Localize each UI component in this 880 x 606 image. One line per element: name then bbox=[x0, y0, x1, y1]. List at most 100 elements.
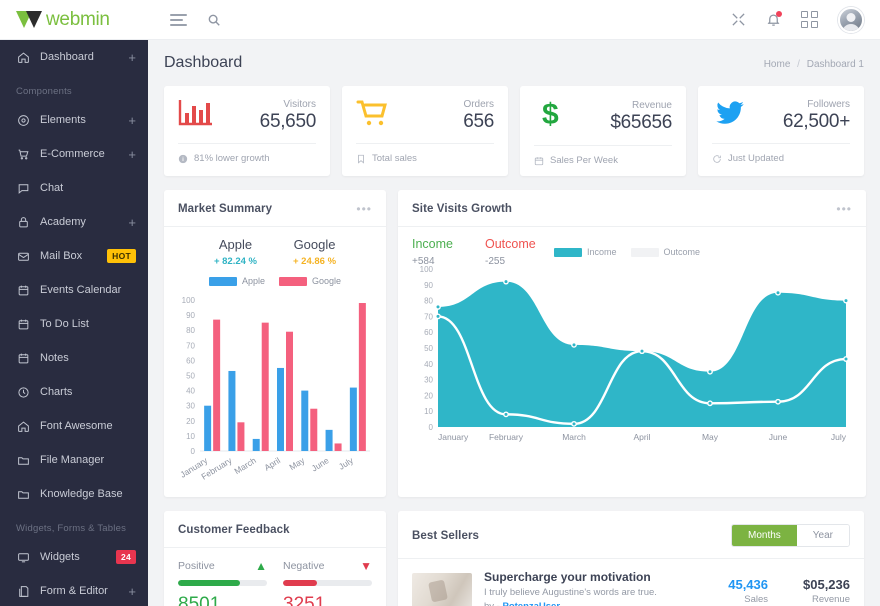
stat-card-meta: Visitors 65,650 bbox=[260, 99, 316, 133]
count-badge: 24 bbox=[116, 550, 136, 564]
panel-title: Best Sellers bbox=[412, 530, 479, 542]
search-icon[interactable] bbox=[207, 13, 221, 27]
stat-value: 65,650 bbox=[260, 111, 316, 133]
sidebar-item-knowledge-base[interactable]: Knowledge Base bbox=[0, 477, 148, 511]
page-title: Dashboard bbox=[164, 54, 242, 72]
feedback-row: Positive ▲ bbox=[178, 560, 267, 572]
stat-card-top: Followers 62,500+ bbox=[712, 98, 850, 143]
topbar-right-icons bbox=[731, 7, 880, 33]
legend-item-income[interactable]: Income bbox=[554, 247, 617, 257]
feedback-value: 8501 bbox=[178, 594, 267, 606]
panel-title: Market Summary bbox=[178, 203, 272, 215]
market-summary-chart[interactable]: 0102030405060708090100JanuaryFebruaryMar… bbox=[174, 294, 376, 489]
status-badge: HOT bbox=[107, 249, 136, 263]
author-name[interactable]: PotenzaUser bbox=[502, 601, 560, 606]
stat-card-orders[interactable]: Orders 656 Total sales bbox=[342, 86, 508, 176]
sidebar-item-academy[interactable]: Academy + bbox=[0, 205, 148, 239]
legend-item-apple[interactable]: Apple bbox=[209, 276, 265, 286]
stat-card-revenue[interactable]: $ Revenue $65656 Sales Per Week bbox=[520, 86, 686, 176]
sidebar-item-chat[interactable]: Chat bbox=[0, 171, 148, 205]
breadcrumb-separator: / bbox=[797, 59, 800, 70]
refresh-icon bbox=[712, 154, 722, 164]
panel-header: Customer Feedback bbox=[164, 511, 386, 548]
stat-card-top: Visitors 65,650 bbox=[178, 98, 316, 143]
sidebar-item-elements[interactable]: Elements + bbox=[0, 103, 148, 137]
tab-months[interactable]: Months bbox=[732, 525, 797, 546]
market-summary-body: Apple + 82.24 % Google + 24.86 % Apple G… bbox=[164, 227, 386, 497]
stat-card-followers[interactable]: Followers 62,500+ Just Updated bbox=[698, 86, 864, 176]
sidebar-item-label: Font Awesome bbox=[40, 420, 136, 432]
sidebar-item-font-awesome[interactable]: Font Awesome bbox=[0, 409, 148, 443]
svg-text:90: 90 bbox=[424, 281, 433, 290]
stat-card-row: Visitors 65,650 81% lower growth bbox=[164, 86, 864, 176]
hamburger-icon[interactable] bbox=[170, 14, 187, 26]
sidebar-item-label: Notes bbox=[40, 352, 136, 364]
kpi-label: Income bbox=[412, 237, 453, 251]
sales-value: 45,436 bbox=[698, 577, 768, 592]
bell-icon[interactable] bbox=[766, 12, 781, 27]
arrow-down-icon: ▼ bbox=[360, 560, 372, 572]
feedback-positive: Positive ▲ 8501 bbox=[178, 560, 267, 606]
svg-text:20: 20 bbox=[424, 391, 433, 400]
kpi-name: Google bbox=[293, 237, 336, 252]
sales-label: Sales bbox=[698, 594, 768, 605]
legend-label: Google bbox=[312, 276, 341, 286]
expand-plus-icon[interactable]: + bbox=[128, 114, 136, 127]
charts-row: Market Summary ••• Apple + 82.24 % Googl… bbox=[164, 190, 864, 497]
expand-plus-icon[interactable]: + bbox=[128, 216, 136, 229]
feedback-value: 3251 bbox=[283, 594, 372, 606]
sidebar-item-ecommerce[interactable]: E-Commerce + bbox=[0, 137, 148, 171]
site-visits-legend: Income Outcome bbox=[412, 247, 852, 257]
avatar[interactable] bbox=[838, 7, 864, 33]
bar-chart-icon bbox=[178, 98, 222, 133]
more-icon[interactable]: ••• bbox=[356, 206, 372, 212]
breadcrumb-current: Dashboard 1 bbox=[807, 59, 864, 70]
stat-value: $65656 bbox=[610, 112, 672, 134]
sidebar-item-file-manager[interactable]: File Manager bbox=[0, 443, 148, 477]
expand-plus-icon[interactable]: + bbox=[128, 585, 136, 598]
revenue-label: Revenue bbox=[780, 594, 850, 605]
sidebar-item-mail-box[interactable]: Mail Box HOT bbox=[0, 239, 148, 273]
sidebar-item-events-calendar[interactable]: Events Calendar bbox=[0, 273, 148, 307]
legend-item-outcome[interactable]: Outcome bbox=[631, 247, 701, 257]
sidebar-item-widgets[interactable]: Widgets 24 bbox=[0, 540, 148, 574]
tab-year[interactable]: Year bbox=[797, 525, 849, 546]
market-summary-kpis: Apple + 82.24 % Google + 24.86 % bbox=[174, 237, 376, 267]
stat-card-visitors[interactable]: Visitors 65,650 81% lower growth bbox=[164, 86, 330, 176]
legend-item-google[interactable]: Google bbox=[279, 276, 341, 286]
breadcrumb-home[interactable]: Home bbox=[764, 59, 791, 70]
stat-footer-text: Sales Per Week bbox=[550, 155, 618, 166]
svg-text:20: 20 bbox=[186, 417, 195, 426]
svg-text:$: $ bbox=[542, 98, 559, 130]
expand-plus-icon[interactable]: + bbox=[128, 148, 136, 161]
grid-apps-icon[interactable] bbox=[801, 11, 818, 28]
site-visits-chart[interactable]: 0102030405060708090100JanuaryFebruaryMar… bbox=[412, 263, 852, 453]
sidebar-item-to-do-list[interactable]: To Do List bbox=[0, 307, 148, 341]
expand-plus-icon[interactable]: + bbox=[128, 51, 136, 64]
seller-subtitle: I truly believe Augustine's words are tr… bbox=[484, 587, 686, 598]
sidebar-item-notes[interactable]: Notes bbox=[0, 341, 148, 375]
seller-info: Supercharge your motivation I truly beli… bbox=[484, 570, 686, 606]
list-item[interactable]: Supercharge your motivation I truly beli… bbox=[398, 559, 864, 606]
svg-text:January: January bbox=[438, 432, 469, 442]
cart-icon bbox=[356, 98, 400, 133]
brand-logo[interactable]: webmin bbox=[0, 9, 148, 31]
brand-name: webmin bbox=[46, 9, 110, 31]
market-kpi-google: Google + 24.86 % bbox=[293, 237, 336, 267]
stat-card-top: Orders 656 bbox=[356, 98, 494, 143]
fullscreen-icon[interactable] bbox=[731, 12, 746, 27]
svg-text:40: 40 bbox=[186, 387, 195, 396]
more-icon[interactable]: ••• bbox=[836, 206, 852, 212]
sidebar-item-label: To Do List bbox=[40, 318, 136, 330]
sidebar-item-charts[interactable]: Charts bbox=[0, 375, 148, 409]
svg-text:50: 50 bbox=[186, 372, 195, 381]
sidebar-item-label: Chat bbox=[40, 182, 136, 194]
sidebar-item-form-editor[interactable]: Form & Editor + bbox=[0, 574, 148, 606]
svg-text:60: 60 bbox=[424, 328, 433, 337]
svg-text:0: 0 bbox=[191, 447, 196, 456]
feedback-label: Negative bbox=[283, 560, 324, 572]
svg-text:10: 10 bbox=[424, 407, 433, 416]
customer-feedback-body: Positive ▲ 8501 Negative ▼ 3251 bbox=[164, 548, 386, 606]
sidebar-item-dashboard[interactable]: Dashboard + bbox=[0, 40, 148, 74]
svg-text:30: 30 bbox=[424, 376, 433, 385]
